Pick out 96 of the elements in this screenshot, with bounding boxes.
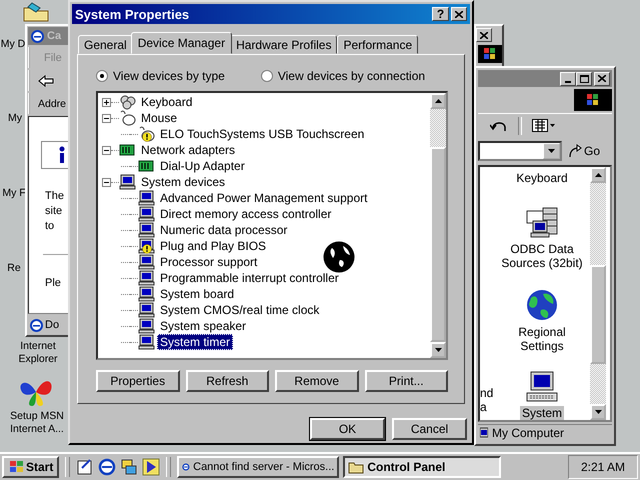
window-title: Ca bbox=[47, 30, 62, 42]
close-button[interactable] bbox=[594, 72, 610, 86]
close-button[interactable] bbox=[476, 28, 492, 42]
globe-icon[interactable] bbox=[525, 288, 559, 322]
icon-label[interactable]: System bbox=[520, 406, 564, 420]
message-text: site bbox=[45, 204, 64, 219]
folder-icon[interactable] bbox=[22, 2, 50, 22]
status-text: Do bbox=[45, 319, 60, 331]
message-text: Ple bbox=[45, 277, 62, 289]
collapse-icon[interactable] bbox=[102, 178, 111, 186]
dialog-button[interactable]: OK bbox=[310, 418, 385, 440]
icon-label[interactable]: a bbox=[480, 400, 494, 414]
go-button[interactable]: Go bbox=[568, 144, 600, 158]
radio-label[interactable]: View devices by type bbox=[113, 69, 225, 83]
tree-item[interactable]: Programmable interrupt controller bbox=[157, 270, 342, 286]
icon-label[interactable]: nd bbox=[480, 386, 494, 400]
taskbar-button[interactable]: Control Panel bbox=[343, 456, 502, 478]
tree-item[interactable]: Plug and Play BIOS bbox=[157, 238, 270, 254]
tree-item[interactable]: System speaker bbox=[157, 318, 250, 334]
expand-icon[interactable] bbox=[102, 98, 111, 106]
close-icon bbox=[455, 10, 463, 18]
tree-item[interactable]: Numeric data processor bbox=[157, 222, 290, 238]
radio-button[interactable] bbox=[260, 70, 273, 82]
tree-item[interactable]: ELO TouchSystems USB Touchscreen bbox=[157, 126, 368, 142]
action-button[interactable]: Remove bbox=[275, 370, 358, 392]
scroll-down-icon bbox=[434, 348, 442, 352]
back-arrow-icon[interactable] bbox=[38, 74, 54, 86]
tree-item[interactable]: Network adapters bbox=[138, 142, 238, 158]
tree-item[interactable]: Mouse bbox=[138, 110, 180, 126]
message-text: to bbox=[45, 219, 56, 234]
tree-item[interactable]: Dial-Up Adapter bbox=[157, 158, 248, 174]
desktop-icon-label[interactable]: Re bbox=[4, 262, 24, 275]
windows-logo-icon bbox=[574, 89, 612, 112]
scroll-thumb[interactable] bbox=[430, 147, 446, 342]
tree-item[interactable]: Processor support bbox=[157, 254, 260, 270]
action-button[interactable]: Refresh bbox=[186, 370, 269, 392]
tree-item[interactable]: System timer bbox=[157, 334, 234, 350]
scroll-down-icon bbox=[594, 410, 602, 414]
scrollbar[interactable] bbox=[430, 93, 446, 358]
close-icon bbox=[480, 32, 488, 38]
collapse-icon[interactable] bbox=[102, 114, 111, 122]
maximize-icon bbox=[580, 74, 588, 83]
desktop-icon-label[interactable]: My bbox=[4, 112, 26, 125]
scrollbar[interactable] bbox=[590, 166, 606, 420]
radio-button[interactable] bbox=[96, 70, 108, 82]
tree-item[interactable]: Keyboard bbox=[138, 94, 196, 110]
action-button[interactable]: Print... bbox=[364, 370, 448, 392]
desktop-icon-label[interactable]: My F bbox=[2, 187, 26, 200]
tab[interactable]: Hardware Profiles bbox=[230, 35, 338, 54]
address-label: Addre bbox=[38, 98, 66, 110]
tree-item[interactable]: System CMOS/real time clock bbox=[157, 302, 322, 318]
tab[interactable]: Performance bbox=[337, 35, 418, 54]
computer-icon[interactable] bbox=[524, 370, 559, 403]
clock: 2:21 AM bbox=[568, 455, 638, 479]
dialog-button[interactable]: Cancel bbox=[392, 418, 467, 440]
tree-item[interactable]: System board bbox=[157, 286, 238, 302]
go-arrow-icon bbox=[568, 144, 582, 158]
minimize-icon bbox=[565, 80, 571, 83]
status-text: My Computer bbox=[492, 426, 564, 440]
window-title: System Properties bbox=[75, 6, 190, 22]
taskbar-button[interactable]: Cannot find server - Micros... bbox=[177, 456, 340, 478]
start-button[interactable]: Start bbox=[2, 456, 60, 478]
radio-label[interactable]: View devices by connection bbox=[278, 69, 426, 83]
close-button[interactable] bbox=[451, 7, 467, 21]
address-field[interactable] bbox=[478, 141, 562, 162]
tab[interactable]: Device Manager bbox=[130, 32, 232, 54]
tab[interactable]: General bbox=[78, 35, 133, 54]
minimize-button[interactable] bbox=[560, 72, 576, 86]
desktop-icon-label[interactable]: My D bbox=[0, 38, 26, 51]
windows-logo-icon bbox=[8, 460, 24, 474]
message-text: The bbox=[45, 189, 65, 204]
database-computer-icon[interactable] bbox=[525, 206, 559, 239]
desktop-shortcut-icon[interactable] bbox=[76, 458, 94, 476]
collapse-icon[interactable] bbox=[102, 146, 111, 154]
help-button[interactable]: ? bbox=[432, 7, 449, 21]
computer-icon bbox=[480, 427, 488, 440]
globe-cursor-icon bbox=[323, 241, 355, 273]
action-button[interactable]: Properties bbox=[96, 370, 180, 392]
maximize-button[interactable] bbox=[576, 72, 592, 86]
desktop-icon-label[interactable]: Internet Explorer bbox=[14, 340, 62, 366]
scroll-thumb[interactable] bbox=[590, 264, 606, 364]
tree-item[interactable]: Direct memory access controller bbox=[157, 206, 334, 222]
tree-item[interactable]: System devices bbox=[138, 174, 228, 190]
scroll-up-icon bbox=[434, 99, 442, 103]
scroll-up-icon bbox=[594, 172, 602, 177]
desktop-icon-label[interactable]: Setup MSN Internet A... bbox=[4, 410, 70, 436]
windows-logo-icon bbox=[478, 45, 502, 63]
undo-icon[interactable] bbox=[490, 119, 508, 134]
dropdown-caret-icon bbox=[548, 149, 555, 154]
tree-item[interactable]: Advanced Power Management support bbox=[157, 190, 370, 206]
play-icon[interactable] bbox=[142, 458, 160, 476]
icon-label[interactable]: Keyboard bbox=[514, 170, 570, 185]
close-icon bbox=[598, 75, 606, 82]
views-icon[interactable] bbox=[532, 119, 556, 134]
icon-label[interactable]: ODBC Data Sources (32bit) bbox=[494, 242, 590, 270]
icon-label[interactable]: Regional Settings bbox=[494, 324, 590, 353]
